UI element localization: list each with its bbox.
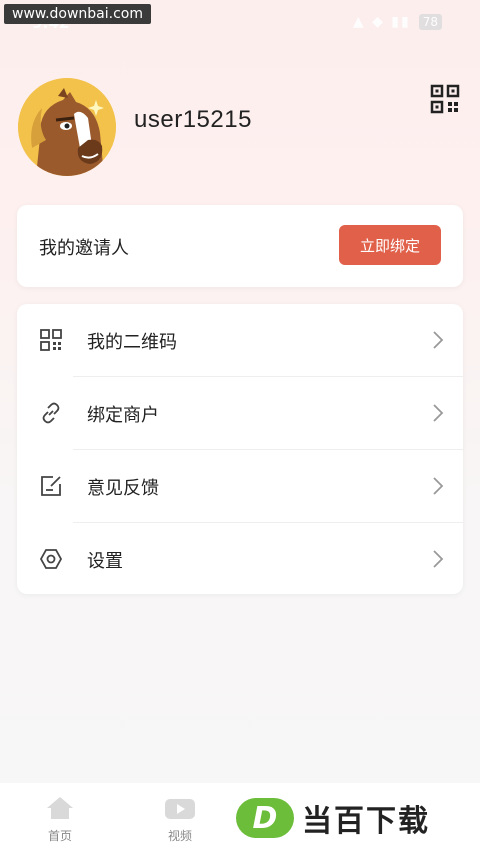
bind-now-button[interactable]: 立即绑定: [339, 225, 441, 265]
settings-icon: [39, 549, 63, 569]
chevron-right-icon: [433, 331, 444, 349]
chevron-right-icon: [433, 404, 444, 422]
chevron-right-icon: [433, 550, 444, 568]
menu-card: 我的二维码 绑定商户 意见反馈 设置: [17, 304, 463, 594]
menu-item-label: 意见反馈: [87, 478, 159, 499]
feedback-icon: [41, 476, 61, 496]
inviter-card: 我的邀请人 立即绑定: [17, 205, 463, 287]
tab-label: 首页: [47, 829, 72, 843]
menu-item-my-qr-code[interactable]: 我的二维码: [17, 304, 463, 376]
menu-item-label: 绑定商户: [87, 405, 159, 426]
tab-home[interactable]: 首页: [20, 795, 100, 844]
qr-code-icon[interactable]: [430, 84, 460, 114]
home-icon: [47, 797, 73, 819]
profile-header: user15215: [18, 78, 462, 178]
link-icon: [42, 402, 60, 424]
inviter-label: 我的邀请人: [39, 238, 129, 259]
qr-code-icon: [40, 329, 62, 351]
avatar[interactable]: [18, 78, 116, 176]
menu-item-settings[interactable]: 设置: [17, 523, 463, 595]
brand-text: 当百下载: [302, 804, 430, 839]
brand-logo: D: [236, 798, 294, 838]
menu-item-label: 设置: [87, 551, 123, 572]
signal-wifi-icons: ▲ ◆ ▮▮: [352, 14, 411, 30]
watermark: www.downbai.com: [4, 4, 151, 24]
chevron-right-icon: [433, 477, 444, 495]
menu-item-bind-merchant[interactable]: 绑定商户: [17, 377, 463, 449]
horse-avatar-icon: [18, 78, 116, 176]
tab-label: 视频: [167, 829, 192, 843]
menu-item-feedback[interactable]: 意见反馈: [17, 450, 463, 522]
video-icon: [165, 799, 195, 819]
battery-indicator: 78: [418, 14, 442, 30]
menu-item-label: 我的二维码: [87, 332, 177, 353]
username: user15215: [134, 106, 252, 133]
brand-watermark: D 当百下载: [236, 796, 430, 840]
tab-video[interactable]: 视频: [140, 795, 220, 844]
